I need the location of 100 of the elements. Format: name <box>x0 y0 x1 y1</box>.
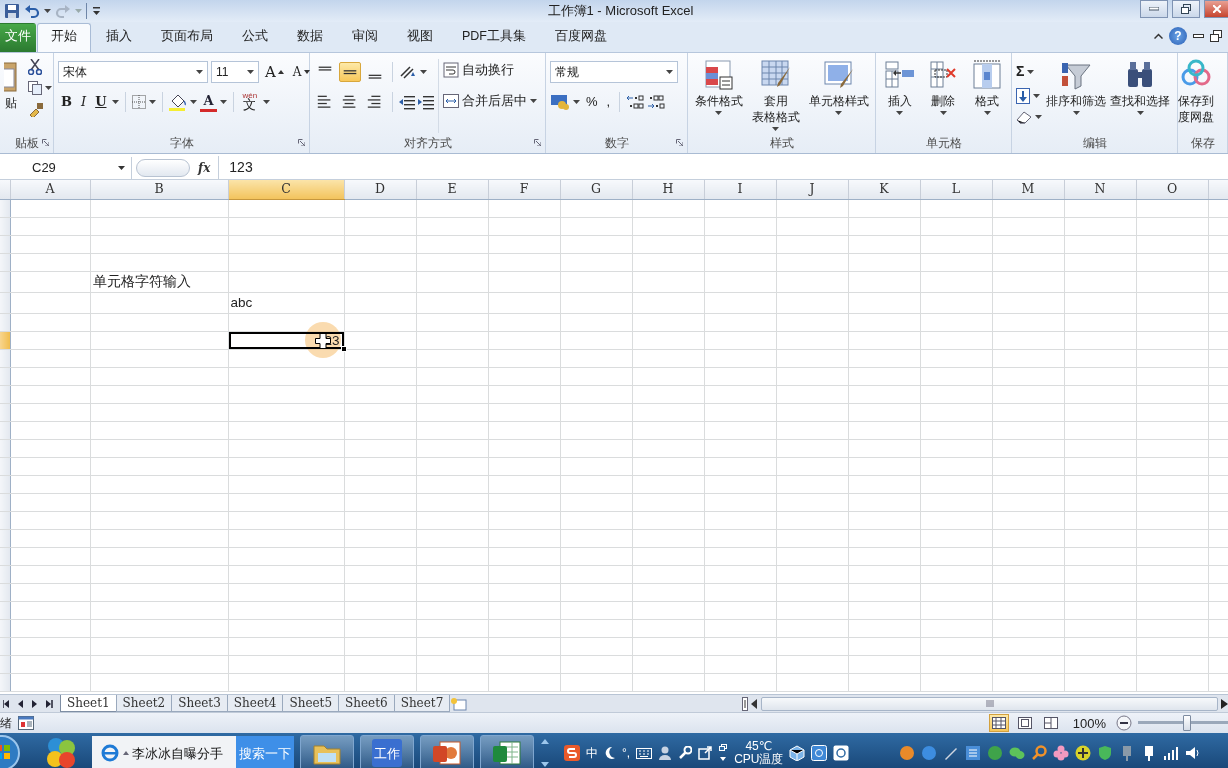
autosum-button[interactable]: Σ <box>1016 61 1042 82</box>
ribbon-tab[interactable]: PDF工具集 <box>448 23 540 52</box>
fill-color-icon[interactable] <box>169 93 188 111</box>
orientation-icon[interactable] <box>399 64 417 80</box>
shield-icon[interactable] <box>1097 745 1114 762</box>
splitter-handle[interactable] <box>136 158 190 177</box>
pen-icon[interactable] <box>943 745 960 762</box>
taskbar-button[interactable]: 工作 <box>360 735 414 768</box>
caret-icon[interactable] <box>772 127 779 131</box>
caret-icon[interactable] <box>149 100 157 104</box>
increase-indent-icon[interactable] <box>418 94 434 110</box>
ribbon-tab[interactable]: 页面布局 <box>147 23 227 52</box>
customize-menu-icon[interactable] <box>92 6 101 16</box>
column-header[interactable]: G <box>560 180 632 200</box>
caret-icon[interactable] <box>940 111 947 115</box>
close-button[interactable] <box>1204 0 1228 18</box>
column-header[interactable]: J <box>776 180 848 200</box>
next-sheet-icon[interactable] <box>31 698 39 709</box>
caret-icon[interactable] <box>44 9 51 13</box>
zoom-out-button[interactable] <box>1116 715 1132 732</box>
ribbon-tab[interactable]: 审阅 <box>338 23 392 52</box>
taskbar-button[interactable] <box>480 735 534 768</box>
font-name-field[interactable]: 宋体 <box>58 61 208 83</box>
close-icon[interactable] <box>1212 5 1221 13</box>
caret-icon[interactable] <box>45 86 52 90</box>
tray-app-icon[interactable] <box>987 745 1004 762</box>
caret-icon[interactable] <box>1035 115 1042 119</box>
caret-icon[interactable] <box>112 100 120 104</box>
wrap-text-icon[interactable] <box>443 62 459 79</box>
slider-thumb[interactable] <box>1182 715 1191 732</box>
format-cells-icon[interactable] <box>971 59 1004 91</box>
caret-icon[interactable] <box>219 100 227 104</box>
chat-icon[interactable] <box>1009 745 1026 762</box>
ribbon-tab[interactable]: 数据 <box>283 23 337 52</box>
column-header[interactable]: C <box>228 180 344 200</box>
macro-record-icon[interactable] <box>18 716 34 731</box>
caret-icon[interactable] <box>1072 111 1080 115</box>
bold-button[interactable]: B <box>58 91 75 113</box>
clipboard-icon[interactable] <box>4 59 18 93</box>
cube-icon[interactable] <box>789 745 806 762</box>
ribbon-tab[interactable]: 插入 <box>92 23 146 52</box>
caret-icon[interactable] <box>247 70 254 74</box>
taskbar-button[interactable] <box>300 735 354 768</box>
dialog-launcher-icon[interactable] <box>676 139 683 146</box>
caret-icon[interactable] <box>420 70 427 74</box>
formula-field[interactable]: 123 <box>218 155 1228 180</box>
column-header[interactable]: A <box>10 180 90 200</box>
speaker-icon[interactable] <box>1185 746 1202 761</box>
file-tab[interactable]: 文件 <box>0 23 36 52</box>
caret-icon[interactable] <box>573 100 580 104</box>
caret-icon[interactable] <box>530 99 537 104</box>
ribbon-tab[interactable]: 开始 <box>37 23 91 52</box>
column-header[interactable]: I <box>704 180 776 200</box>
start-orb-icon[interactable] <box>0 735 22 768</box>
paste-button[interactable]: 贴 <box>4 59 18 133</box>
restore-icon[interactable] <box>1210 30 1222 42</box>
caret-icon[interactable] <box>303 70 310 74</box>
underline-button[interactable]: U <box>92 91 110 113</box>
column-header[interactable]: D <box>344 180 416 200</box>
collapse-ribbon-icon[interactable] <box>1154 33 1163 39</box>
restore-button[interactable] <box>1172 0 1200 18</box>
sort-filter-button[interactable]: 排序和筛选 <box>1046 59 1106 133</box>
presentation-icon[interactable] <box>432 739 462 768</box>
ribbon-tab[interactable]: 百度网盘 <box>541 23 621 52</box>
caret-icon[interactable] <box>715 111 722 115</box>
last-sheet-icon[interactable] <box>45 698 53 709</box>
percent-button[interactable]: % <box>583 91 601 113</box>
normal-view-icon[interactable] <box>988 714 1009 733</box>
input-mode-label[interactable]: 中 <box>586 744 598 763</box>
column-header[interactable]: K <box>848 180 920 200</box>
scroll-right-icon[interactable] <box>1221 698 1228 709</box>
name-box[interactable]: C29 <box>0 156 132 179</box>
italic-button[interactable]: I <box>78 91 90 113</box>
copy-icon[interactable] <box>28 81 42 95</box>
undo-icon[interactable] <box>24 3 40 19</box>
splitter-icon[interactable] <box>742 696 748 711</box>
align-middle-icon[interactable] <box>339 62 361 82</box>
keyboard-icon[interactable] <box>636 747 653 759</box>
caret-icon[interactable] <box>983 111 991 115</box>
number-format-field[interactable]: 常规 <box>550 61 678 83</box>
decrease-decimal-icon[interactable] <box>647 94 666 110</box>
spreadsheet-icon[interactable] <box>492 739 522 768</box>
column-header[interactable]: M <box>992 180 1064 200</box>
cell-styles-button[interactable]: 单元格样式 <box>808 59 869 133</box>
sheet-tab[interactable]: Sheet4 <box>226 695 284 713</box>
ribbon-tab[interactable]: 视图 <box>393 23 447 52</box>
insert-cells-icon[interactable] <box>883 59 916 91</box>
column-header[interactable]: E <box>416 180 488 200</box>
insert-button[interactable]: 插入 <box>883 59 916 133</box>
wrench-icon[interactable] <box>678 746 693 761</box>
format-as-table-button[interactable]: 套用 表格格式 <box>751 59 800 133</box>
comma-button[interactable]: , <box>603 91 614 113</box>
caret-icon[interactable] <box>118 165 125 170</box>
list-icon[interactable] <box>965 745 982 762</box>
ribbon-tab[interactable]: 公式 <box>228 23 282 52</box>
increase-decimal-icon[interactable] <box>626 94 645 110</box>
column-header[interactable]: F <box>488 180 560 200</box>
scroll-left-icon[interactable] <box>751 698 758 709</box>
format-button[interactable]: 格式 <box>971 59 1004 133</box>
save-to-cloud-button[interactable]: 保存到 度网盘 <box>1178 59 1214 133</box>
